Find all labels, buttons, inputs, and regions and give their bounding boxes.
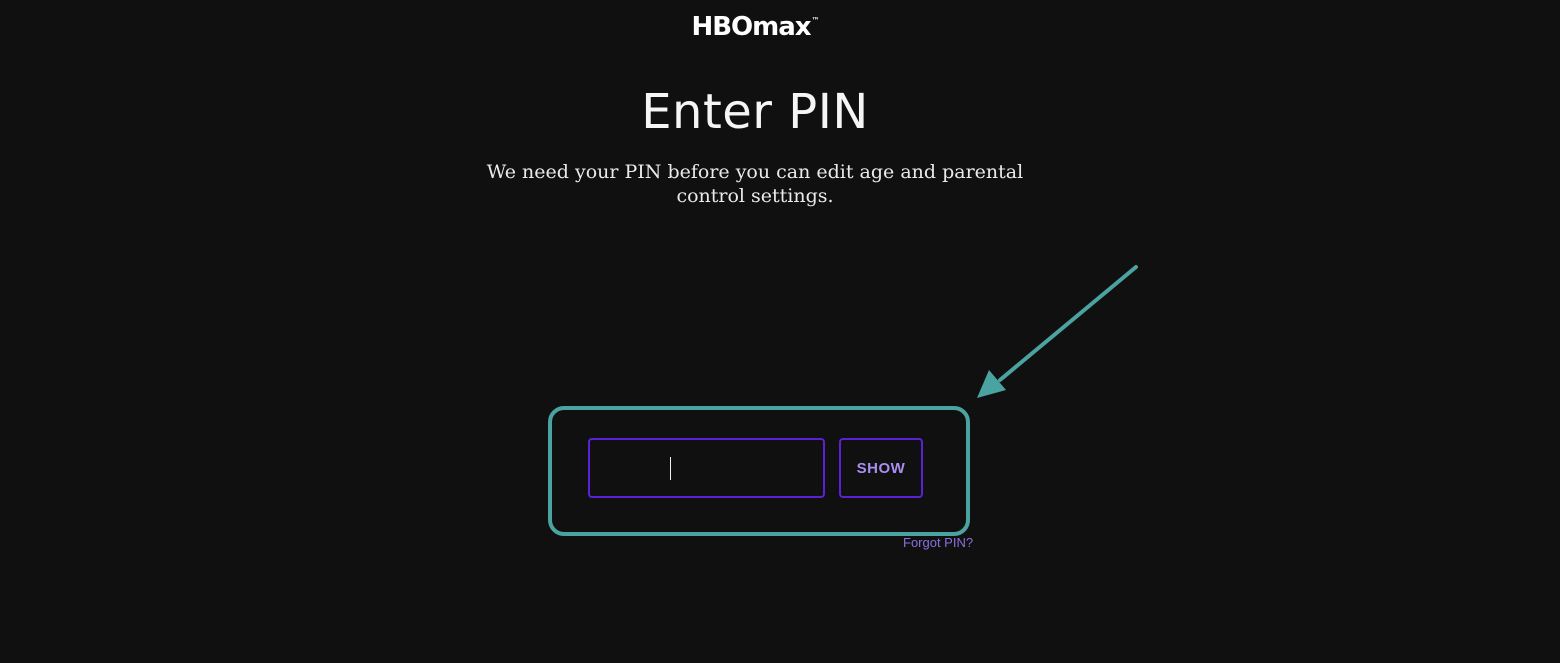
pin-input[interactable] [588, 438, 825, 498]
page-description: We need your PIN before you can edit age… [486, 161, 1024, 207]
show-pin-button[interactable]: SHOW [839, 438, 923, 498]
logo-trademark: ™ [811, 16, 820, 25]
forgot-pin-link[interactable]: Forgot PIN? [903, 535, 973, 550]
text-caret [670, 457, 671, 480]
hbo-max-logo: HBOmax™ [0, 12, 1510, 42]
pin-page: HBOmax™ Enter PIN We need your PIN befor… [0, 0, 1560, 663]
page-title: Enter PIN [641, 84, 869, 140]
logo-text: HBOmax [691, 12, 811, 42]
